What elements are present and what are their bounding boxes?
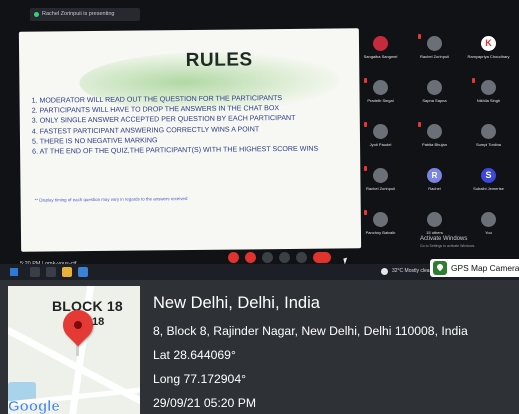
participant-name: 15 others: [426, 230, 443, 235]
participant-tile[interactable]: Sumpi Tonlina: [466, 120, 511, 158]
rule-item: 6. AT THE END OF THE QUIZ,THE PARTICIPAN…: [32, 144, 319, 156]
captions-icon[interactable]: [262, 252, 273, 263]
meeting-toolbar: [228, 252, 331, 263]
gps-app-label: GPS Map Camera: [451, 263, 519, 273]
participant-tile[interactable]: S Subaibi Jemerise: [466, 164, 511, 202]
mic-off-icon: [364, 166, 367, 171]
activate-windows-title: Activate Windows: [420, 236, 468, 242]
mic-off-icon: [364, 78, 367, 83]
avatar: [427, 124, 442, 139]
participant-name: Sangaiba Sangmei: [363, 54, 398, 59]
avatar: [373, 124, 388, 139]
participant-grid: Sangaiba Sangmei Rachel Zorinpuii K Ramy…: [356, 30, 516, 250]
avatar: [481, 212, 496, 227]
participant-name: You: [485, 230, 492, 235]
mic-off-icon: [364, 210, 367, 215]
avatar: [427, 212, 442, 227]
participant-tile[interactable]: K Ramyapriya Choudhary: [466, 32, 511, 70]
participant-name: Pabita Bhujan: [422, 142, 447, 147]
gps-map-camera-icon: [433, 261, 447, 275]
avatar: [373, 36, 388, 51]
avatar: S: [481, 168, 496, 183]
map-block-label: BLOCK 18: [52, 298, 123, 314]
latitude: Lat 28.644069°: [153, 348, 236, 362]
mic-off-icon: [364, 122, 367, 127]
participant-tile[interactable]: Sangaiba Sangmei: [358, 32, 403, 70]
avatar: [373, 212, 388, 227]
windows-start-icon[interactable]: [10, 268, 18, 276]
participant-tile[interactable]: Sapna Sapna: [412, 76, 457, 114]
participant-tile[interactable]: Nikhila Singh: [466, 76, 511, 114]
participant-tile[interactable]: R Rachel: [412, 164, 457, 202]
map-thumbnail: BLOCK 18 18 Google: [8, 286, 140, 414]
participant-tile[interactable]: Rachel Zorinpuii: [358, 164, 403, 202]
participant-tile[interactable]: Panchoy Baivalh: [358, 208, 403, 246]
present-icon[interactable]: [279, 252, 290, 263]
slide-footnote: ** Display timing of each question may v…: [34, 196, 188, 203]
participant-tile[interactable]: Jyoti Paudel: [358, 120, 403, 158]
participant-name: Sapna Sapna: [422, 98, 447, 103]
mic-off-icon: [472, 78, 475, 83]
participant-name: Rachel: [428, 186, 441, 191]
location-place: New Delhi, Delhi, India: [153, 294, 320, 312]
avatar: [373, 168, 388, 183]
mic-off-icon: [418, 122, 421, 127]
participant-name: Sumpi Tonlina: [475, 142, 502, 147]
presentation-slide: RULES 1. MODERATOR WILL READ OUT THE QUE…: [18, 28, 362, 252]
avatar: R: [427, 168, 442, 183]
participant-name: Panchoy Baivalh: [365, 230, 396, 235]
file-explorer-icon[interactable]: [62, 267, 72, 277]
presenting-text: Rachel Zorinpuii is presenting: [42, 11, 115, 17]
weather-text: 32°C Mostly clear: [392, 268, 432, 274]
avatar: [427, 36, 442, 51]
timestamp: 29/09/21 05:20 PM: [153, 396, 256, 410]
avatar: K: [481, 36, 496, 51]
meeting-screen: Rachel Zorinpuii is presenting RULES 1. …: [0, 0, 519, 280]
participant-tile[interactable]: Pabita Bhujan: [412, 120, 457, 158]
search-icon[interactable]: [30, 267, 40, 277]
participant-tile[interactable]: Pradeth Singal: [358, 76, 403, 114]
browser-icon[interactable]: [78, 267, 88, 277]
task-view-icon[interactable]: [46, 267, 56, 277]
presenting-icon: [34, 12, 39, 17]
map-block-number: 18: [92, 316, 105, 328]
avatar: [427, 80, 442, 95]
presenting-banner[interactable]: Rachel Zorinpuii is presenting: [30, 8, 140, 21]
activate-windows-subtitle: Go to Settings to activate Windows.: [420, 244, 476, 248]
location-overlay: BLOCK 18 18 Google New Delhi, Delhi, Ind…: [0, 280, 519, 414]
participant-tile[interactable]: You: [466, 208, 511, 246]
participant-tile[interactable]: Rachel Zorinpuii: [412, 32, 457, 70]
weather-icon: [381, 268, 388, 275]
camera-toggle-icon[interactable]: [245, 252, 256, 263]
more-options-icon[interactable]: [296, 252, 307, 263]
longitude: Long 77.172904°: [153, 372, 246, 386]
gps-app-tag: GPS Map Camera: [430, 259, 519, 277]
rules-list: 1. MODERATOR WILL READ OUT THE QUESTION …: [32, 92, 358, 157]
mic-toggle-icon[interactable]: [228, 252, 239, 263]
slide-title: RULES: [185, 49, 253, 72]
participant-name: Rachel Zorinpuii: [420, 54, 449, 59]
map-pin-center: [74, 321, 82, 329]
avatar: [481, 80, 496, 95]
leave-call-icon[interactable]: [313, 252, 331, 263]
participant-name: Subaibi Jemerise: [473, 186, 504, 191]
participant-name: Nikhila Singh: [476, 98, 501, 103]
avatar: [373, 80, 388, 95]
participant-name: Ramyapriya Choudhary: [467, 54, 510, 59]
participant-name: Rachel Zorinpuii: [366, 186, 395, 191]
participant-name: Pradeth Singal: [367, 98, 394, 103]
gps-photo: Rachel Zorinpuii is presenting RULES 1. …: [0, 0, 519, 414]
google-logo: Google: [8, 398, 60, 414]
avatar: [481, 124, 496, 139]
participant-name: Jyoti Paudel: [369, 142, 392, 147]
location-address: 8, Block 8, Rajinder Nagar, New Delhi, D…: [153, 324, 468, 338]
mic-off-icon: [418, 34, 421, 39]
